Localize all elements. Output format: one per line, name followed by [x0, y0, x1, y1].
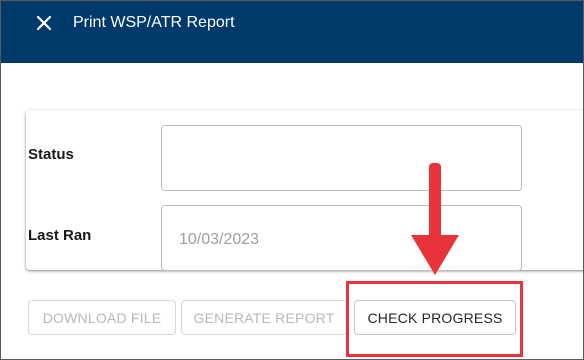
last-ran-value: 10/03/2023 [179, 231, 260, 248]
close-icon[interactable] [32, 11, 56, 35]
last-ran-field: 10/03/2023 [161, 205, 522, 271]
status-label: Status [28, 146, 74, 163]
close-icon-svg [36, 15, 52, 31]
dialog-title: Print WSP/ATR Report [73, 14, 235, 31]
download-file-button[interactable]: DOWNLOAD FILE [28, 300, 176, 335]
dialog-header: Print WSP/ATR Report [1, 1, 583, 63]
arrow-down-icon [405, 161, 465, 279]
arrow-down-svg [411, 163, 459, 275]
last-ran-label: Last Ran [28, 227, 92, 244]
highlight-box [346, 281, 523, 357]
print-report-dialog: Print WSP/ATR Report Status Last Ran 10/… [0, 0, 584, 360]
generate-report-button[interactable]: GENERATE REPORT [181, 300, 347, 335]
status-field [161, 125, 522, 191]
